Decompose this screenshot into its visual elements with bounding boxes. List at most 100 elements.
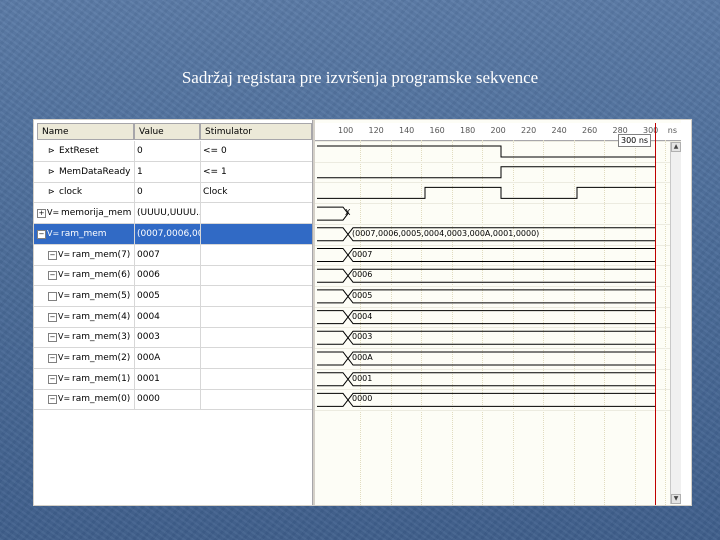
signal-name-cell[interactable]: − V= ram_mem — [34, 224, 131, 244]
collapse-icon[interactable]: − — [48, 250, 57, 260]
signal-name-cell[interactable]: ⊳ ExtReset — [34, 141, 131, 161]
input-port-icon: ⊳ — [48, 166, 55, 176]
signal-row[interactable]: + V= memorija_mem (UUUU,UUUU... — [34, 203, 315, 225]
signal-row[interactable]: − V= ram_mem(2) 000A — [34, 348, 314, 369]
signal-row[interactable]: − V= ram_mem(1) 0001 — [34, 368, 315, 390]
expand-icon[interactable]: + — [37, 209, 46, 219]
column-header-value[interactable]: Value — [134, 123, 200, 140]
collapse-icon[interactable]: − — [48, 312, 57, 322]
signal-value: (0007,0006,00... — [134, 223, 201, 244]
signal-value: 0003 — [134, 327, 201, 348]
scroll-up-icon[interactable]: ▲ — [671, 142, 681, 152]
signal-name-cell[interactable]: V= ram_mem(5) — [34, 286, 131, 306]
waveform-panel[interactable]: 100 120 140 160 180 200 220 240 260 280 300 ns X (0… — [315, 120, 681, 505]
signal-name: ram_mem — [61, 228, 107, 239]
signal-stimulator[interactable] — [200, 368, 315, 389]
signal-name-cell[interactable]: ⊳ clock — [34, 182, 131, 202]
signal-row[interactable]: ⊳ ExtReset 0 <= 0 — [34, 141, 314, 162]
column-header-stimulator[interactable]: Stimulator — [200, 123, 312, 140]
variable-icon: V= — [58, 373, 71, 383]
signal-stimulator[interactable]: <= 0 — [200, 141, 315, 161]
bus-value-label: 000A — [352, 353, 373, 362]
signal-name: clock — [59, 187, 83, 198]
variable-icon: V= — [47, 208, 60, 218]
scroll-down-icon[interactable]: ▼ — [671, 494, 681, 504]
signal-stimulator[interactable] — [200, 203, 315, 224]
signal-stimulator[interactable] — [200, 223, 315, 244]
input-port-icon: ⊳ — [48, 187, 55, 197]
signal-name-cell[interactable]: ⊳ MemDataReady — [34, 162, 131, 182]
signal-name-cell[interactable]: − V= ram_mem(0) — [34, 389, 131, 409]
signal-row[interactable]: V= ram_mem(5) 0005 — [34, 285, 315, 307]
slide-title: Sadržaj registara pre izvršenja programs… — [181, 68, 539, 87]
signal-name: ExtReset — [59, 146, 99, 156]
signal-stimulator[interactable] — [200, 306, 315, 327]
collapse-icon[interactable]: − — [48, 333, 57, 343]
bus-value-label: 0005 — [352, 290, 373, 300]
signal-row[interactable]: − V= ram_mem(7) 0007 — [34, 244, 315, 266]
signal-value: 0006 — [134, 265, 201, 286]
wave-extreset — [317, 145, 655, 158]
signal-row[interactable]: − V= ram_mem(3) 0003 — [34, 327, 315, 349]
collapse-icon[interactable]: − — [37, 229, 46, 239]
signal-name-cell[interactable]: − V= ram_mem(7) — [34, 245, 131, 265]
signal-name: ram_mem(5) — [72, 290, 131, 301]
bus-value-label: (0007,0006,0005,0004,0003,000A,0001,0000… — [352, 228, 540, 238]
wave-bus — [317, 206, 349, 221]
collapse-icon[interactable]: − — [48, 395, 57, 405]
signal-name-cell[interactable]: − V= ram_mem(2) — [34, 348, 131, 368]
signal-stimulator[interactable] — [200, 265, 315, 286]
signal-row[interactable]: −V=ram_mem(0007,0006,00... — [34, 223, 315, 245]
variable-icon: V= — [58, 249, 71, 259]
signal-stimulator[interactable] — [200, 327, 315, 348]
signal-value: (UUUU,UUUU... — [134, 203, 201, 224]
bus-value-label: 0004 — [352, 311, 373, 321]
signal-name: memorija_mem — [61, 208, 131, 219]
time-cursor[interactable] — [655, 123, 656, 505]
variable-icon: V= — [47, 228, 60, 238]
signal-name: ram_mem(1) — [72, 373, 131, 384]
bus-value-label: 0006 — [352, 270, 373, 280]
variable-icon: V= — [58, 394, 71, 404]
signal-value: 0001 — [134, 368, 201, 389]
signal-grid: Name Value Stimulator ⊳ ExtReset 0 <= 0 ⊳ Mem… — [34, 120, 314, 505]
signal-name: ram_mem(6) — [72, 270, 131, 281]
signal-row[interactable]: ⊳ clock 0 Clock — [34, 182, 315, 204]
signal-value: 0 — [134, 141, 201, 161]
signal-name-cell[interactable]: + V= memorija_mem — [34, 203, 131, 223]
collapse-icon[interactable] — [48, 291, 57, 301]
signal-name-cell[interactable]: − V= ram_mem(3) — [34, 327, 131, 347]
signal-name: ram_mem(4) — [72, 311, 131, 322]
signal-row[interactable]: − V= ram_mem(0) 0000 — [34, 389, 315, 411]
signal-stimulator[interactable] — [200, 244, 315, 265]
wave-memdataready — [317, 166, 655, 179]
signal-name-cell[interactable]: − V= ram_mem(1) — [34, 369, 131, 389]
variable-icon: V= — [58, 311, 71, 321]
signal-value: 1 — [134, 161, 201, 182]
signal-value: 0007 — [134, 244, 201, 265]
vertical-scrollbar[interactable]: ▲ ▼ — [670, 142, 681, 504]
signal-stimulator[interactable] — [200, 389, 315, 410]
signal-value: 0 — [134, 182, 201, 203]
variable-icon: V= — [58, 332, 71, 342]
signal-row[interactable]: − V= ram_mem(6) 0006 — [34, 265, 315, 287]
signal-stimulator[interactable] — [200, 348, 315, 368]
signal-value: 0004 — [134, 306, 201, 327]
signal-name: MemDataReady — [59, 166, 131, 177]
signal-name-cell[interactable]: − V= ram_mem(6) — [34, 265, 131, 285]
bus-value-label: 0007 — [352, 249, 373, 259]
bus-value-label: 0003 — [352, 332, 373, 342]
signal-stimulator[interactable]: Clock — [200, 182, 315, 203]
signal-row[interactable]: − V= ram_mem(4) 0004 — [34, 306, 315, 328]
signal-stimulator[interactable]: <= 1 — [200, 161, 315, 182]
collapse-icon[interactable]: − — [48, 354, 57, 363]
variable-icon: V= — [58, 270, 71, 280]
signal-row[interactable]: ⊳ MemDataReady 1 <= 1 — [34, 161, 315, 183]
signal-name-cell[interactable]: − V= ram_mem(4) — [34, 307, 131, 327]
collapse-icon[interactable]: − — [48, 271, 57, 281]
signal-name: ram_mem(2) — [72, 353, 131, 363]
collapse-icon[interactable]: − — [48, 374, 57, 384]
column-header-name[interactable]: Name — [37, 123, 134, 140]
bus-value-label: 0000 — [352, 394, 373, 404]
signal-stimulator[interactable] — [200, 285, 315, 306]
